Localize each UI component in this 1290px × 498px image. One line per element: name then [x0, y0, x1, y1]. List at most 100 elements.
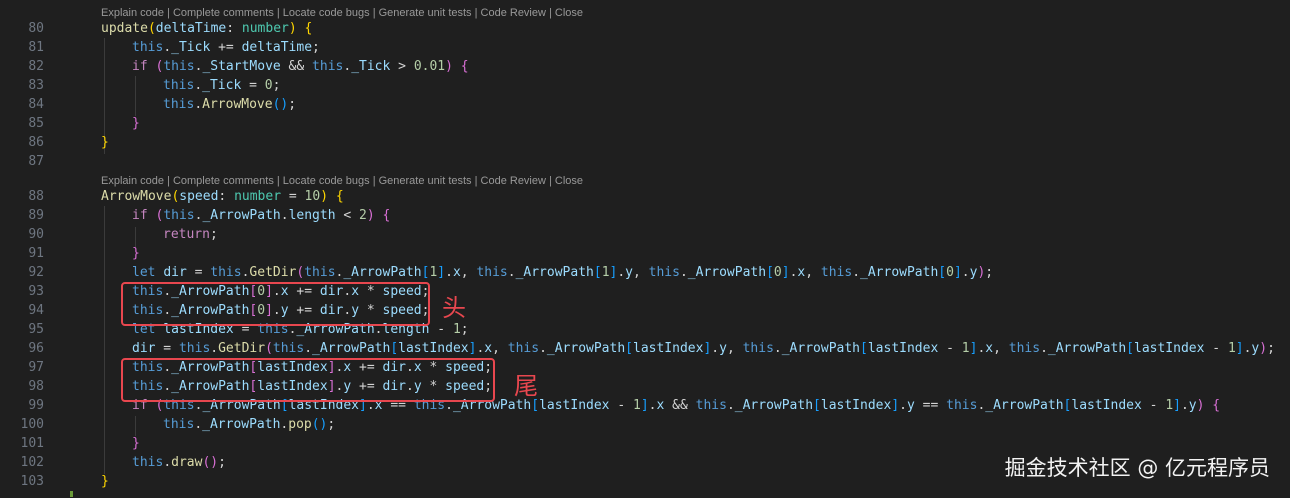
code-token: y: [906, 398, 915, 413]
code-token: GetDir: [249, 265, 297, 280]
code-token: ]: [1173, 398, 1181, 413]
code-token: this: [648, 265, 680, 280]
code-token: ;: [218, 455, 226, 470]
code-token: y: [1188, 398, 1197, 413]
indent-guide: [135, 227, 136, 247]
code-token: this: [820, 265, 853, 280]
code-token: [: [860, 341, 868, 356]
code-token: ,: [805, 265, 821, 280]
code-editor[interactable]: Explain code | Complete comments | Locat…: [0, 0, 1290, 498]
code-token: [: [1126, 341, 1134, 356]
tail-highlight-box: [121, 358, 495, 402]
code-token: ;: [272, 78, 281, 93]
code-token: ): [366, 208, 375, 223]
line-number: 90: [28, 227, 44, 242]
code-token: x: [452, 265, 461, 280]
line-number: 101: [20, 436, 44, 451]
code-token: [: [390, 341, 399, 356]
code-token: 10: [304, 189, 321, 204]
line-number: 85: [28, 116, 44, 131]
line-number: 91: [28, 246, 44, 261]
code-token: deltaTime: [155, 21, 227, 36]
code-token: x: [484, 341, 493, 356]
code-token: ArrowMove: [202, 97, 273, 112]
code-token: 1: [633, 398, 641, 413]
code-token: ;: [985, 265, 994, 280]
head-annotation: 头: [442, 294, 466, 322]
code-token: .: [961, 265, 970, 280]
code-token: ): [320, 189, 329, 204]
code-token: return: [163, 227, 210, 242]
code-token: .: [194, 97, 203, 112]
code-token: _Tick: [351, 59, 391, 74]
code-token: ,: [993, 341, 1009, 356]
code-token: .: [679, 265, 688, 280]
code-token: x: [985, 341, 994, 356]
code-token: 0.01: [413, 59, 446, 74]
line-number: 99: [28, 398, 44, 413]
code-token: .: [1180, 398, 1189, 413]
code-token: ): [445, 59, 453, 74]
code-token: 0: [264, 78, 273, 93]
code-token: _ArrowPath: [312, 341, 391, 356]
code-token: _ArrowPath: [860, 265, 939, 280]
code-token: _StartMove: [202, 59, 281, 74]
line-number: 81: [28, 40, 44, 55]
code-token: {: [1212, 398, 1221, 413]
code-token: this: [163, 97, 195, 112]
code-token: y: [625, 265, 633, 280]
code-token: ;: [460, 322, 469, 337]
indent-guide: [104, 206, 105, 474]
line-number: 94: [28, 303, 44, 318]
code-token: .: [210, 341, 219, 356]
code-token: [: [766, 265, 774, 280]
code-token: pop: [288, 417, 312, 432]
code-token: _ArrowPath: [985, 398, 1064, 413]
code-token: -: [938, 341, 962, 356]
code-token: this: [163, 78, 195, 93]
gutter-change-marker: [70, 491, 73, 497]
code-token: [: [813, 398, 821, 413]
code-token: &&: [664, 398, 696, 413]
code-token: if: [132, 59, 148, 74]
code-token: .: [711, 341, 720, 356]
code-token: .: [163, 455, 172, 470]
code-line: this.ArrowMove();: [163, 97, 296, 112]
code-token: .: [507, 265, 516, 280]
code-token: .: [194, 417, 203, 432]
code-token: (: [265, 341, 273, 356]
code-token: [: [593, 265, 602, 280]
code-line: this._Tick += deltaTime;: [132, 40, 320, 55]
line-number: 88: [28, 189, 44, 204]
code-line: dir = this.GetDir(this._ArrowPath[lastIn…: [132, 341, 1275, 356]
code-token: ): [1259, 341, 1268, 356]
code-line: ArrowMove(speed: number = 10) {: [101, 189, 344, 204]
code-token: (): [272, 97, 289, 112]
code-token: ,: [633, 265, 649, 280]
code-token: let: [132, 265, 156, 280]
code-token: _Tick: [171, 40, 211, 55]
code-token: (): [311, 417, 328, 432]
code-token: length: [288, 208, 336, 223]
code-token: .: [163, 40, 172, 55]
code-token: this: [178, 341, 211, 356]
code-token: lastIndex: [1134, 341, 1205, 356]
code-token: this: [507, 341, 540, 356]
code-token: [: [625, 341, 633, 356]
code-token: ): [288, 21, 297, 36]
line-number: 83: [28, 78, 44, 93]
line-number: 92: [28, 265, 44, 280]
line-number: 95: [28, 322, 44, 337]
code-lens-actions[interactable]: Explain code | Complete comments | Locat…: [101, 175, 583, 187]
code-token: _ArrowPath: [515, 265, 594, 280]
head-highlight-box: [121, 282, 430, 326]
line-number: 93: [28, 284, 44, 299]
code-line: this._ArrowPath.pop();: [163, 417, 335, 432]
code-token: (): [202, 455, 219, 470]
code-lens-actions[interactable]: Explain code | Complete comments | Locat…: [101, 7, 583, 19]
code-line: if (this._StartMove && this._Tick > 0.01…: [132, 59, 469, 74]
code-line: }: [101, 474, 109, 489]
